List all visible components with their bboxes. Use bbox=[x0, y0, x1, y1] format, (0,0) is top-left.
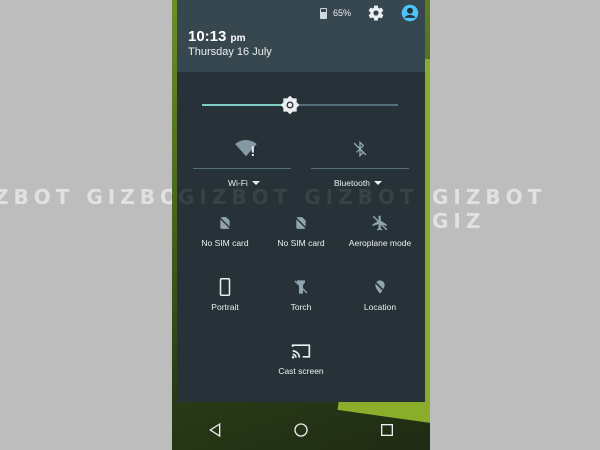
status-row: 65% bbox=[319, 4, 419, 22]
watermark-right: GIZBOT GIZ bbox=[432, 185, 547, 233]
screen: ZBOT GIZBOT GIZBOT GIZ 65% 10:13 pm Thur… bbox=[0, 0, 600, 450]
battery-percent: 65% bbox=[332, 8, 351, 18]
cast-icon bbox=[291, 344, 311, 359]
account-circle-icon[interactable] bbox=[401, 4, 419, 22]
portrait-label: Portrait bbox=[211, 302, 239, 312]
location-label: Location bbox=[363, 302, 397, 312]
sim2-label: No SIM card bbox=[277, 238, 325, 248]
watermark-center: GIZBOT GIZBOT bbox=[178, 185, 419, 209]
bluetooth-tile-icon-wrap[interactable] bbox=[349, 140, 371, 158]
clock-time[interactable]: 10:13 pm bbox=[188, 28, 246, 45]
brightness-thumb-icon[interactable] bbox=[280, 95, 300, 115]
cast-label: Cast screen bbox=[278, 366, 324, 376]
bluetooth-divider bbox=[311, 168, 409, 169]
clock-date[interactable]: Thursday 16 July bbox=[188, 46, 272, 58]
battery-icon bbox=[319, 7, 327, 19]
sim1-tile[interactable]: No SIM card bbox=[185, 214, 265, 248]
bluetooth-off-icon bbox=[353, 140, 367, 158]
portrait-tile[interactable]: Portrait bbox=[185, 278, 265, 312]
wifi-tile-icon-wrap[interactable] bbox=[231, 140, 261, 158]
quick-settings-header: 65% 10:13 pm Thursday 16 July bbox=[177, 0, 425, 72]
wifi-alert-icon bbox=[235, 140, 257, 157]
wifi-divider bbox=[193, 168, 291, 169]
watermark-left: ZBOT GIZBOT bbox=[0, 185, 201, 209]
gear-icon[interactable] bbox=[367, 4, 385, 22]
torch-tile[interactable]: Torch bbox=[261, 278, 341, 312]
sim2-tile[interactable]: No SIM card bbox=[261, 214, 341, 248]
cast-tile[interactable]: Cast screen bbox=[261, 342, 341, 376]
portrait-phone-icon bbox=[219, 278, 231, 296]
clock-hours: 10:13 bbox=[188, 28, 227, 45]
aeroplane-tile[interactable]: Aeroplane mode bbox=[339, 214, 421, 248]
no-sim-icon bbox=[219, 217, 231, 229]
home-circle-icon[interactable] bbox=[293, 422, 309, 438]
location-tile[interactable]: Location bbox=[339, 278, 421, 312]
recents-square-icon[interactable] bbox=[379, 422, 395, 438]
torch-off-icon bbox=[294, 280, 308, 294]
no-sim-icon bbox=[295, 217, 307, 229]
clock-ampm: pm bbox=[230, 33, 246, 44]
back-triangle-icon[interactable] bbox=[207, 422, 223, 438]
phone-screen: 65% 10:13 pm Thursday 16 July Wi-Fi Blue… bbox=[172, 0, 430, 450]
location-off-icon bbox=[373, 280, 387, 294]
sim1-label: No SIM card bbox=[201, 238, 249, 248]
airplane-off-icon bbox=[372, 215, 388, 231]
torch-label: Torch bbox=[290, 302, 312, 312]
brightness-fill bbox=[202, 104, 291, 106]
aeroplane-label: Aeroplane mode bbox=[348, 238, 412, 248]
navigation-bar bbox=[172, 410, 430, 450]
